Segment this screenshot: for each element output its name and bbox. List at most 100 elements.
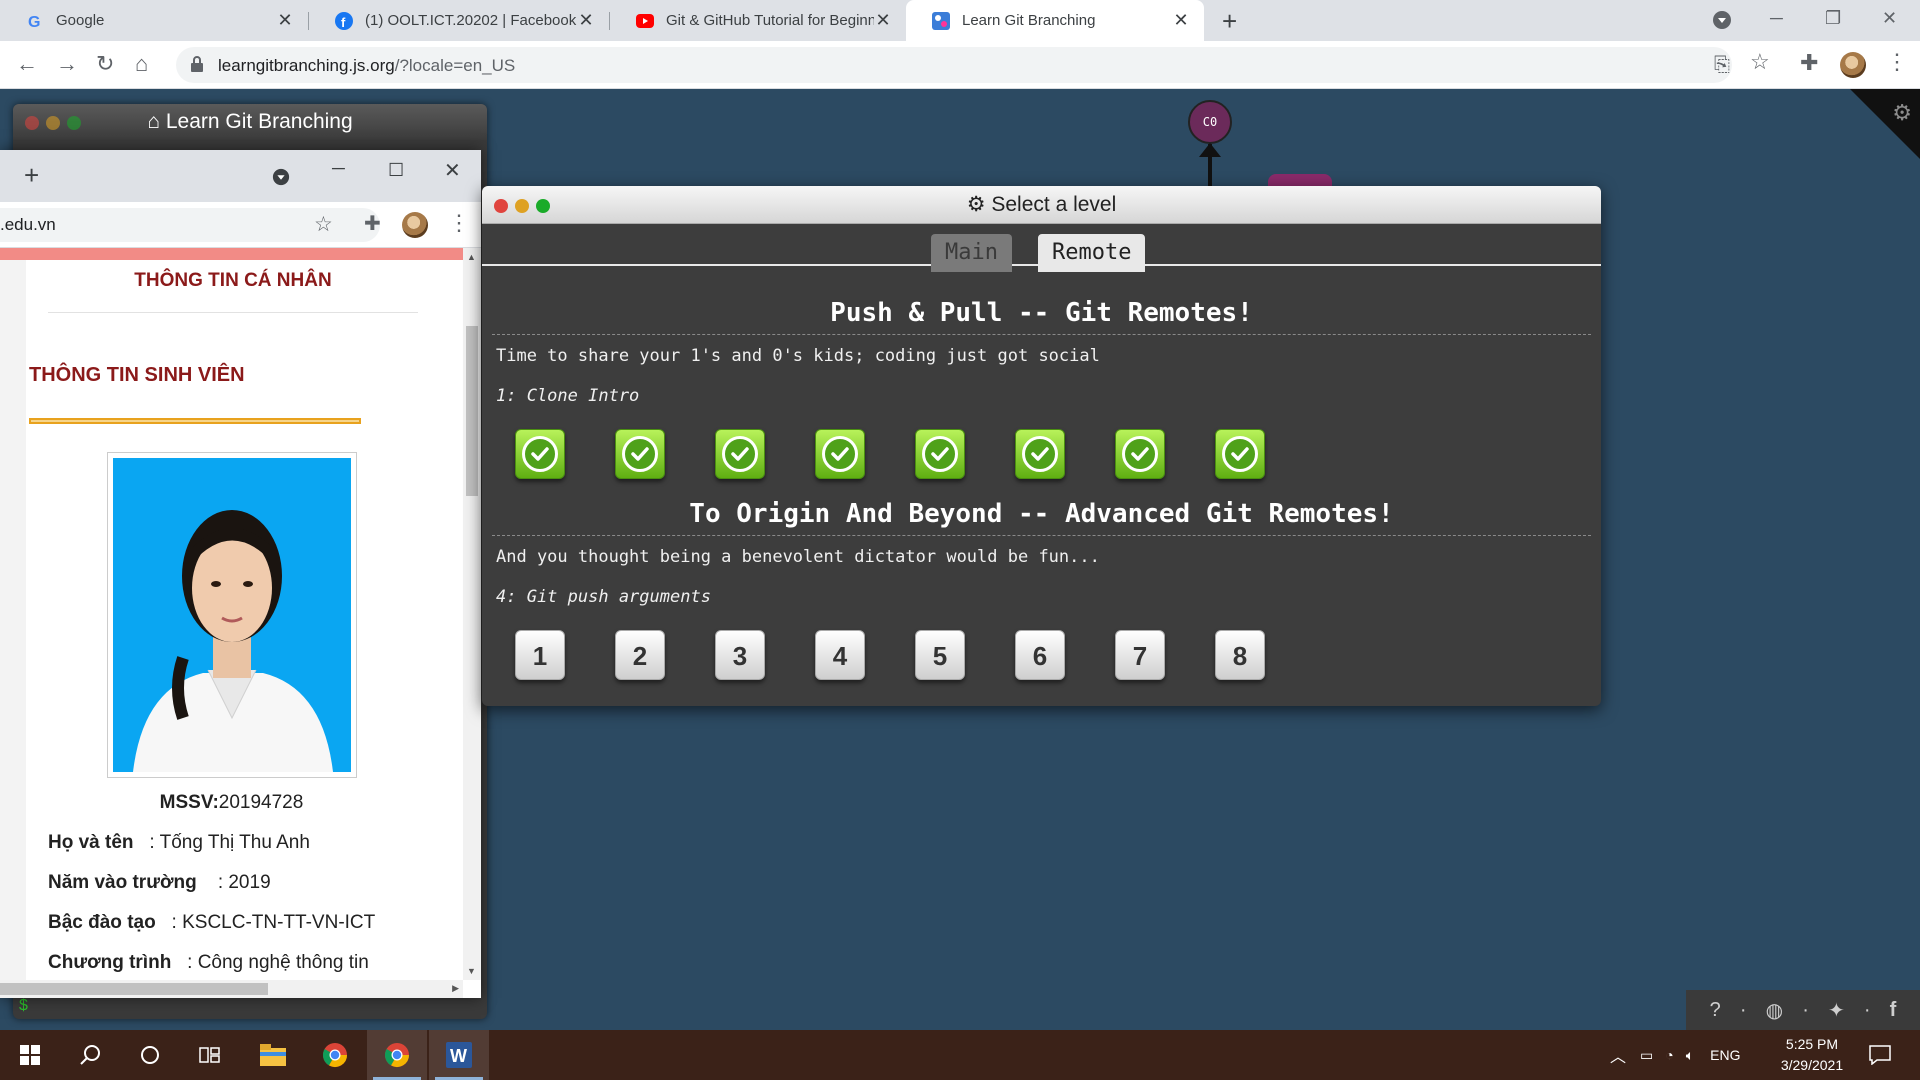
- level-button[interactable]: 6: [1015, 630, 1065, 680]
- checkmark-icon: [1122, 436, 1158, 472]
- tab-search-button[interactable]: [1712, 10, 1732, 35]
- address-bar[interactable]: .edu.vn ☆: [0, 208, 380, 242]
- learngitbranching-icon: [932, 11, 950, 30]
- extensions-icon[interactable]: ✚: [1800, 50, 1818, 76]
- lgb-title: Learn Git Branching: [165, 110, 353, 133]
- restore-button[interactable]: ☐: [388, 160, 404, 181]
- back-button[interactable]: ←: [16, 51, 38, 77]
- tab-learn-git-branching[interactable]: Learn Git Branching ✕: [906, 0, 1204, 41]
- minimize-dot-icon[interactable]: [46, 116, 60, 130]
- scroll-up-icon[interactable]: ▲: [467, 252, 476, 262]
- gear-icon: ⚙: [966, 193, 986, 216]
- wifi-icon[interactable]: ◔: [1665, 1047, 1673, 1063]
- chrome-icon[interactable]: [305, 1030, 365, 1080]
- level-button-completed[interactable]: [915, 429, 965, 479]
- twitter-icon[interactable]: ✦: [1828, 998, 1845, 1023]
- task-view-icon[interactable]: [180, 1030, 240, 1080]
- volume-icon[interactable]: 🔈︎: [1686, 1047, 1694, 1064]
- checkmark-icon: [922, 436, 958, 472]
- home-button[interactable]: ⌂: [135, 51, 148, 77]
- extensions-icon[interactable]: ✚: [364, 211, 381, 236]
- scrollbar-thumb[interactable]: [466, 326, 478, 496]
- level-button[interactable]: 3: [715, 630, 765, 680]
- scroll-down-icon[interactable]: ▼: [467, 966, 476, 976]
- word-icon[interactable]: W: [429, 1030, 489, 1080]
- close-window-button[interactable]: ✕: [444, 158, 461, 183]
- scrollbar-thumb[interactable]: [0, 983, 268, 995]
- chrome-menu-icon[interactable]: ⋮: [1886, 49, 1908, 75]
- language-indicator[interactable]: ENG: [1710, 1047, 1740, 1063]
- scroll-right-icon[interactable]: ▶: [452, 983, 459, 994]
- level-button[interactable]: 8: [1215, 630, 1265, 680]
- minimize-dot-icon[interactable]: [515, 199, 529, 213]
- search-icon[interactable]: [60, 1030, 120, 1080]
- level-button-completed[interactable]: [815, 429, 865, 479]
- level-button[interactable]: 4: [815, 630, 865, 680]
- address-bar[interactable]: learngitbranching.js.org/?locale=en_US ⎘: [176, 47, 1732, 83]
- tab-main[interactable]: Main: [931, 234, 1012, 272]
- tab-search-button[interactable]: [272, 168, 290, 191]
- vertical-scrollbar[interactable]: ▲ ▼: [463, 248, 481, 980]
- commit-node-c0[interactable]: C0: [1188, 100, 1232, 144]
- profile-avatar[interactable]: [1840, 52, 1866, 78]
- taskbar-clock[interactable]: 5:25 PM 3/29/2021: [1770, 1034, 1854, 1076]
- level-button-completed[interactable]: [1015, 429, 1065, 479]
- maximize-dot-icon[interactable]: [536, 199, 550, 213]
- restore-button[interactable]: ❐: [1825, 8, 1841, 29]
- windows-start-icon[interactable]: [0, 1030, 60, 1080]
- cortana-icon[interactable]: [120, 1030, 180, 1080]
- file-explorer-icon[interactable]: [243, 1030, 303, 1080]
- bookmark-star-icon[interactable]: ☆: [1750, 49, 1770, 75]
- horizontal-scrollbar[interactable]: ▶: [0, 980, 463, 998]
- reload-button[interactable]: ↻: [96, 51, 114, 77]
- sequence-divider: [492, 334, 1591, 335]
- profile-avatar[interactable]: [402, 212, 428, 238]
- new-tab-button[interactable]: +: [1222, 6, 1237, 37]
- battery-icon[interactable]: ▭: [1640, 1047, 1653, 1064]
- facebook-icon[interactable]: f: [1890, 999, 1897, 1022]
- level-button-completed[interactable]: [615, 429, 665, 479]
- clock-time: 5:25 PM: [1785, 1036, 1839, 1052]
- close-dot-icon[interactable]: [494, 199, 508, 213]
- level-button-completed[interactable]: [715, 429, 765, 479]
- bookmark-star-icon[interactable]: ☆: [314, 212, 333, 237]
- level-button[interactable]: 7: [1115, 630, 1165, 680]
- close-window-button[interactable]: ✕: [1882, 8, 1897, 29]
- terminal-prompt[interactable]: $: [19, 997, 28, 1015]
- lgb-window-header: ⌂ Learn Git Branching: [13, 104, 487, 140]
- minimize-button[interactable]: ─: [332, 158, 345, 179]
- level-button-completed[interactable]: [1115, 429, 1165, 479]
- help-icon[interactable]: ?: [1710, 999, 1721, 1022]
- maximize-dot-icon[interactable]: [67, 116, 81, 130]
- chrome-running-icon[interactable]: [367, 1030, 427, 1080]
- minimize-button[interactable]: ─: [1770, 8, 1783, 29]
- facebook-icon: f: [335, 11, 353, 30]
- new-tab-button[interactable]: +: [24, 160, 39, 191]
- system-tray: ︿ ▭ ◔ 🔈︎ ENG: [1610, 1030, 1740, 1080]
- windows-taskbar: W ︿ ▭ ◔ 🔈︎ ENG 5:25 PM 3/29/2021: [0, 1030, 1920, 1080]
- url-text: learngitbranching.js.org/?locale=en_US: [218, 56, 516, 75]
- tab-title: Google: [56, 12, 105, 29]
- level-button[interactable]: 1: [515, 630, 565, 680]
- level-button-completed[interactable]: [515, 429, 565, 479]
- globe-icon[interactable]: ◍: [1766, 998, 1783, 1023]
- close-tab-icon[interactable]: ✕: [1172, 10, 1190, 31]
- tab-remote[interactable]: Remote: [1038, 234, 1146, 272]
- chrome-menu-icon[interactable]: ⋮: [448, 210, 470, 236]
- notification-icon[interactable]: [1850, 1030, 1910, 1080]
- tab-youtube[interactable]: Git & GitHub Tutorial for Beginners ✕: [610, 0, 906, 41]
- close-dot-icon[interactable]: [25, 116, 39, 130]
- level-button-completed[interactable]: [1215, 429, 1265, 479]
- tab-facebook[interactable]: f (1) OOLT.ICT.20202 | Facebook ✕: [309, 0, 609, 41]
- close-tab-icon[interactable]: ✕: [276, 10, 294, 31]
- close-tab-icon[interactable]: ✕: [874, 10, 892, 31]
- checkmark-icon: [1222, 436, 1258, 472]
- gear-icon[interactable]: ⚙: [1892, 100, 1912, 126]
- level-button[interactable]: 2: [615, 630, 665, 680]
- close-tab-icon[interactable]: ✕: [577, 10, 595, 31]
- level-button[interactable]: 5: [915, 630, 965, 680]
- chevron-up-icon[interactable]: ︿: [1610, 1043, 1626, 1067]
- translate-icon[interactable]: ⎘: [1714, 54, 1730, 77]
- tab-google[interactable]: G Google ✕: [0, 0, 308, 41]
- forward-button[interactable]: →: [56, 51, 78, 77]
